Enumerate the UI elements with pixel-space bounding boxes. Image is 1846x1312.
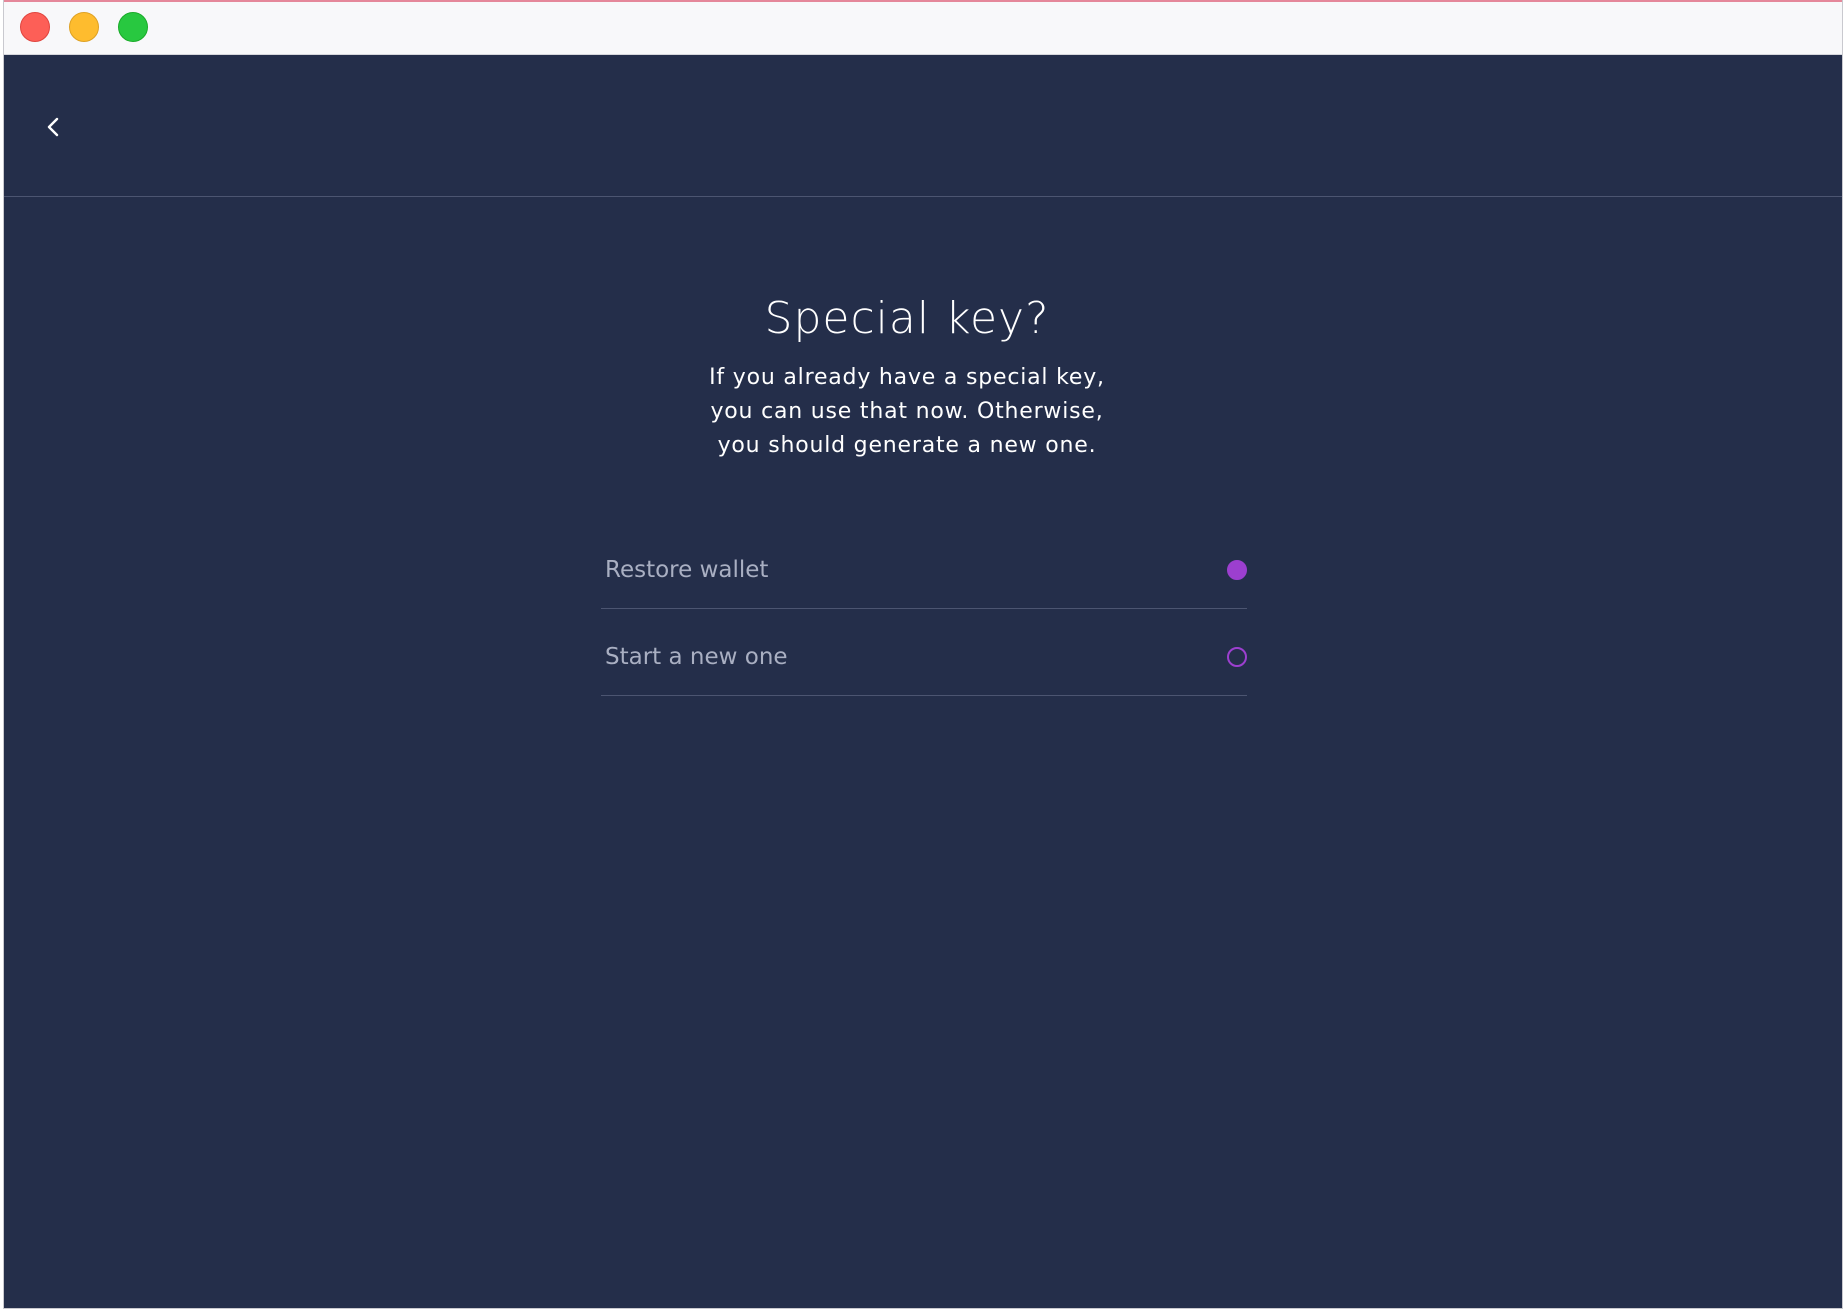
page-title: Special key? — [764, 293, 1050, 344]
wallet-option-list: Restore wallet Start a new one — [601, 523, 1247, 696]
app-window: Special key? If you already have a speci… — [3, 0, 1843, 1309]
option-label: Start a new one — [605, 644, 788, 670]
window-close-button[interactable] — [20, 12, 50, 42]
radio-unselected-icon[interactable] — [1227, 647, 1247, 667]
window-minimize-button[interactable] — [69, 12, 99, 42]
page-header — [4, 55, 1842, 197]
option-start-new[interactable]: Start a new one — [601, 609, 1247, 696]
chevron-left-icon — [47, 117, 59, 137]
window-maximize-button[interactable] — [118, 12, 148, 42]
back-button[interactable] — [40, 113, 68, 141]
window-titlebar — [4, 0, 1842, 55]
page-subtitle: If you already have a special key, you c… — [709, 365, 1105, 458]
radio-selected-icon[interactable] — [1227, 560, 1247, 580]
option-restore-wallet[interactable]: Restore wallet — [601, 523, 1247, 609]
option-label: Restore wallet — [605, 557, 769, 583]
